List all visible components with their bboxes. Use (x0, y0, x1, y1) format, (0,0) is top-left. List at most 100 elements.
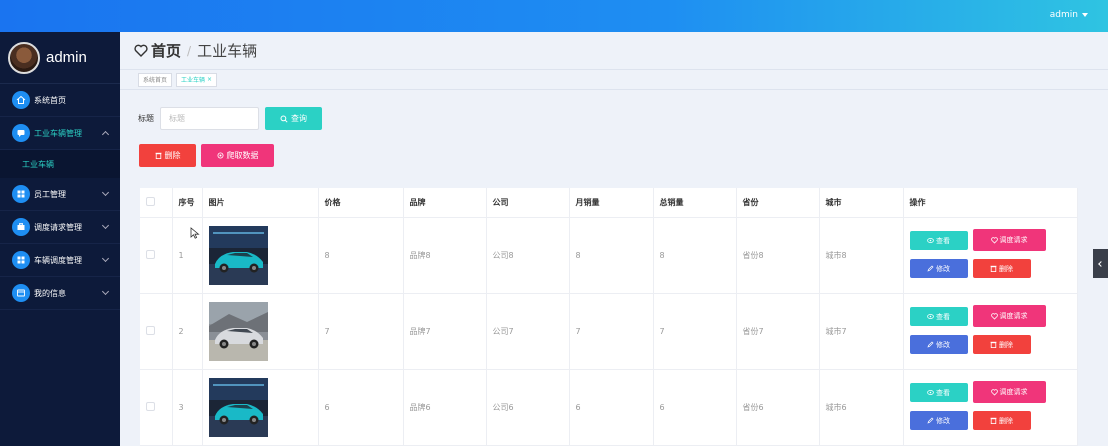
home-icon (12, 91, 30, 109)
sidebar-item-my-info[interactable]: 我的信息 (0, 277, 120, 310)
crawl-data-button[interactable]: 爬取数据 (201, 144, 274, 167)
cell-company: 公司8 (486, 217, 570, 294)
edit-button[interactable]: 修改 (909, 411, 968, 430)
edit-button[interactable]: 修改 (909, 335, 968, 354)
sidebar-item-dispatch-requests[interactable]: 调度请求管理 (0, 211, 120, 244)
row-select[interactable] (140, 369, 173, 446)
table-row: 3 6 品牌6 公司6 6 6 省份6 城市6 查看 调度请求 修改 删除 (140, 369, 1078, 446)
view-button[interactable]: 查看 (909, 383, 968, 402)
trash-icon (990, 265, 997, 272)
tab-label: 系统首页 (143, 77, 168, 84)
chevron-down-icon (101, 188, 110, 197)
checkbox[interactable] (146, 249, 155, 259)
chat-icon (12, 124, 30, 142)
checkbox[interactable] (146, 196, 155, 206)
column-header: 品牌 (403, 188, 487, 218)
cell-monthly-sales: 8 (569, 217, 654, 294)
row-select[interactable] (140, 217, 173, 294)
view-label: 查看 (936, 388, 950, 397)
chevron-down-icon (101, 287, 110, 296)
dispatch-request-label: 调度请求 (999, 236, 1028, 244)
search-button[interactable]: 查询 (265, 107, 322, 130)
car-image (208, 225, 268, 285)
sidebar-item-home[interactable]: 系统首页 (0, 84, 120, 117)
cell-province: 省份6 (736, 369, 820, 446)
sidebar-subitem-vehicles[interactable]: 工业车辆 (0, 150, 120, 178)
breadcrumb-home[interactable]: 首页 (151, 40, 181, 61)
data-table: 序号 图片 价格 品牌 公司 月销量 总销量 省份 城市 操作 1 8 品牌8 … (140, 188, 1078, 446)
trash-icon (990, 417, 997, 424)
checkbox[interactable] (146, 401, 155, 411)
column-header: 月销量 (569, 188, 654, 218)
dispatch-request-button[interactable]: 调度请求 (972, 381, 1046, 403)
delete-label: 删除 (999, 264, 1013, 273)
breadcrumb-current: 工业车辆 (197, 43, 258, 60)
cell-company: 公司6 (486, 369, 570, 446)
delete-label: 删除 (999, 416, 1013, 425)
pencil-icon (927, 417, 934, 424)
sidebar-item-vehicle-management[interactable]: 工业车辆管理 (0, 117, 120, 150)
cell-monthly-sales: 6 (569, 369, 654, 446)
eye-icon (927, 314, 934, 319)
cell-image (202, 369, 319, 446)
sidebar-item-label: 车辆调度管理 (34, 255, 82, 265)
cell-city: 城市7 (819, 293, 904, 370)
grid-icon (12, 185, 30, 203)
tab-vehicles[interactable]: 工业车辆 × (176, 72, 218, 87)
view-label: 查看 (936, 312, 950, 321)
sidebar-username: admin (46, 49, 87, 66)
search-label: 标题 (138, 114, 154, 123)
sidebar-item-staff[interactable]: 员工管理 (0, 178, 120, 211)
search-input[interactable] (160, 107, 259, 130)
cell-index: 2 (172, 293, 203, 370)
checkbox[interactable] (146, 325, 155, 335)
dispatch-request-button[interactable]: 调度请求 (972, 229, 1046, 251)
trash-icon (990, 341, 997, 348)
cell-company: 公司7 (486, 293, 570, 370)
gear-icon (217, 152, 223, 159)
edit-button[interactable]: 修改 (909, 259, 968, 278)
avatar (8, 41, 40, 74)
sidebar-item-label: 调度请求管理 (34, 222, 82, 232)
batch-delete-button[interactable]: 删除 (139, 144, 196, 167)
delete-button[interactable]: 删除 (972, 335, 1031, 354)
crawl-data-label: 爬取数据 (226, 151, 259, 160)
cell-price: 8 (318, 217, 404, 294)
user-menu[interactable]: admin (1050, 10, 1088, 20)
heart-icon (990, 312, 998, 320)
table-row: 1 8 品牌8 公司8 8 8 省份8 城市8 查看 调度请求 修改 删除 (140, 217, 1078, 294)
column-header: 总销量 (653, 188, 737, 218)
column-header: 城市 (819, 188, 904, 218)
eye-icon (927, 390, 934, 395)
side-panel-toggle[interactable] (1093, 249, 1108, 278)
delete-button[interactable]: 删除 (972, 259, 1031, 278)
cell-image (202, 217, 319, 294)
tab-home[interactable]: 系统首页 (138, 72, 173, 87)
pencil-icon (927, 341, 934, 348)
cell-brand: 品牌6 (403, 369, 487, 446)
dispatch-request-label: 调度请求 (999, 312, 1028, 320)
column-header: 序号 (172, 188, 203, 218)
dispatch-request-button[interactable]: 调度请求 (972, 305, 1046, 327)
briefcase-icon (12, 218, 30, 236)
header-select-all[interactable] (140, 188, 173, 218)
chevron-down-icon (101, 221, 110, 230)
search-button-label: 查询 (291, 114, 307, 123)
chevron-up-icon (101, 130, 110, 139)
delete-button[interactable]: 删除 (972, 411, 1031, 430)
column-header: 图片 (202, 188, 319, 218)
heart-icon (990, 236, 998, 244)
view-button[interactable]: 查看 (909, 231, 968, 250)
batch-delete-label: 删除 (164, 151, 181, 160)
column-header: 操作 (903, 188, 1078, 218)
sidebar-header: admin (0, 32, 120, 84)
cell-price: 6 (318, 369, 404, 446)
close-icon[interactable]: × (207, 76, 212, 83)
sidebar-item-vehicle-dispatch[interactable]: 车辆调度管理 (0, 244, 120, 277)
view-button[interactable]: 查看 (909, 307, 968, 326)
delete-label: 删除 (999, 340, 1013, 349)
row-select[interactable] (140, 293, 173, 370)
user-menu-label: admin (1049, 10, 1078, 20)
trash-icon (155, 152, 161, 159)
sidebar-item-label: 系统首页 (34, 95, 66, 105)
